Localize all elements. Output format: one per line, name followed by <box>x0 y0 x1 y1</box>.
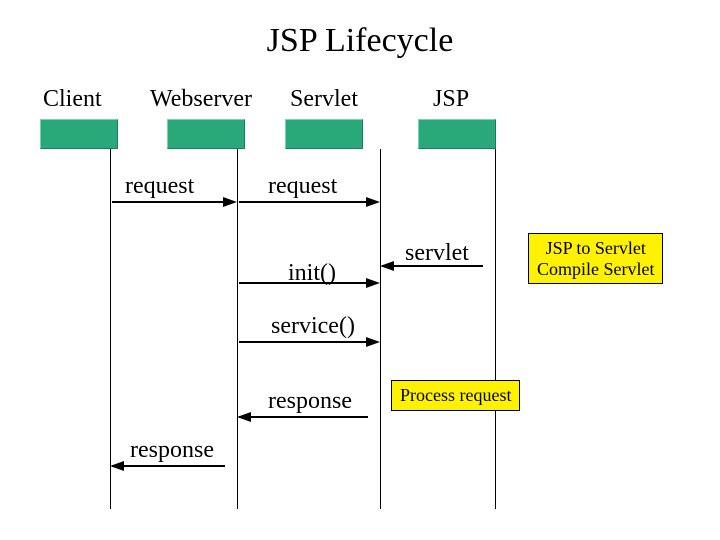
label-service: service() <box>271 313 355 340</box>
lifeline-jsp <box>495 149 496 509</box>
lane-label-client: Client <box>43 86 102 113</box>
arrow-right-icon <box>223 197 237 207</box>
note-compile: JSP to Servlet Compile Servlet <box>528 233 663 284</box>
arrow-line <box>112 201 225 203</box>
lane-box-client <box>40 119 118 149</box>
lane-box-jsp <box>418 119 496 149</box>
lane-label-servlet: Servlet <box>290 86 358 113</box>
lane-box-servlet <box>285 119 363 149</box>
note-process-line1: Process request <box>400 385 511 405</box>
label-response-1: response <box>130 437 214 464</box>
arrow-right-icon <box>366 337 380 347</box>
note-compile-line1: JSP to Servlet <box>546 238 646 258</box>
arrow-line <box>239 416 368 418</box>
note-process: Process request <box>391 380 520 411</box>
lane-label-webserver: Webserver <box>150 86 252 113</box>
label-request-2: request <box>268 173 337 200</box>
lifeline-webserver <box>237 149 238 509</box>
arrow-right-icon <box>366 278 380 288</box>
arrow-left-icon <box>380 261 394 271</box>
label-servlet: servlet <box>405 240 469 267</box>
arrow-right-icon <box>366 197 380 207</box>
arrow-line <box>112 465 225 467</box>
label-request-1: request <box>125 173 194 200</box>
lifeline-client <box>110 149 111 509</box>
arrow-left-icon <box>110 461 124 471</box>
note-compile-line2: Compile Servlet <box>537 259 654 279</box>
arrow-line <box>239 341 368 343</box>
arrow-left-icon <box>237 412 251 422</box>
lane-box-webserver <box>167 119 245 149</box>
label-response-2: response <box>268 388 352 415</box>
page-title: JSP Lifecycle <box>0 22 720 60</box>
lane-label-jsp: JSP <box>433 86 469 113</box>
arrow-line <box>239 201 368 203</box>
lifeline-servlet <box>380 149 381 509</box>
label-init: init() <box>288 260 336 287</box>
